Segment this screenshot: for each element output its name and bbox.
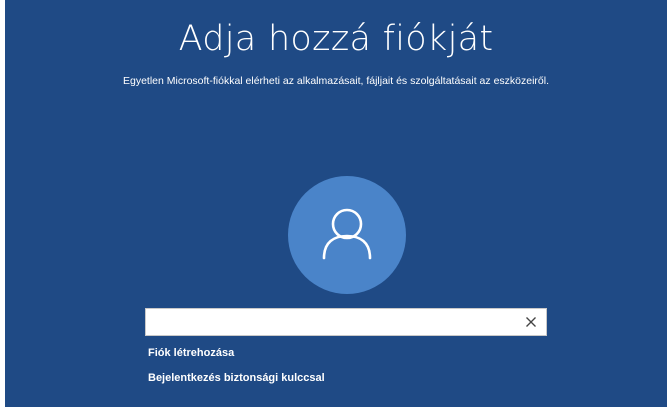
user-icon: [322, 208, 372, 260]
create-account-link[interactable]: Fiók létrehozása: [148, 346, 234, 360]
page-subtitle: Egyetlen Microsoft-fiókkal elérheti az a…: [122, 75, 550, 87]
oobe-screen: Adja hozzá fiókját Egyetlen Microsoft-fi…: [5, 0, 667, 407]
clear-button[interactable]: [522, 313, 540, 331]
account-input[interactable]: [146, 309, 528, 335]
page-title: Adja hozzá fiókját: [178, 19, 494, 59]
close-icon: [526, 317, 536, 327]
account-input-box: [145, 308, 547, 336]
security-key-signin-link[interactable]: Bejelentkezés biztonsági kulccsal: [148, 371, 325, 385]
avatar: [288, 176, 406, 294]
window-frame: Adja hozzá fiókját Egyetlen Microsoft-fi…: [0, 0, 672, 412]
